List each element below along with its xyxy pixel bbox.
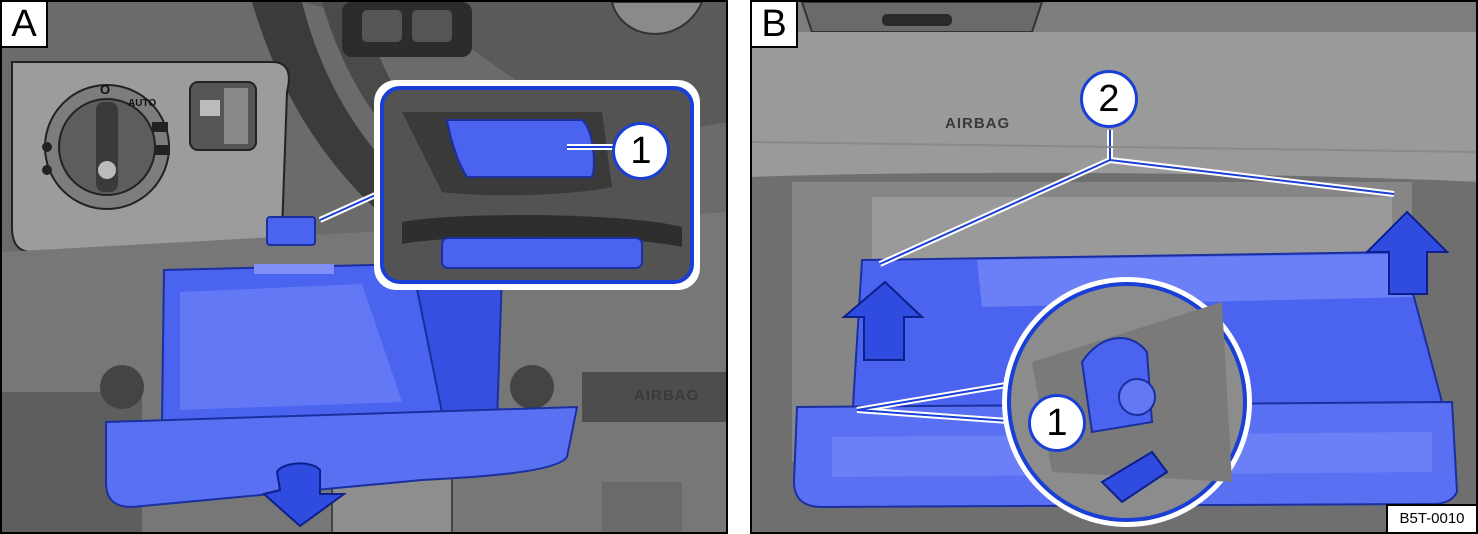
panel-b: B AIRBAG 2 1 B5T-0010 [750, 0, 1478, 534]
light-switch-auto-label: AUTO [128, 98, 157, 109]
light-switch-off-label: O [100, 82, 111, 97]
panel-a-callout-1: 1 [612, 122, 670, 180]
panel-a-letter: A [2, 2, 48, 48]
figure-code: B5T-0010 [1386, 504, 1476, 532]
panel-a-airbag-label: AIRBAG [634, 387, 700, 404]
panel-a: A O AUTO 1 AIRBAG [0, 0, 728, 534]
panel-b-callout-2: 2 [1080, 70, 1138, 128]
panel-a-illustration [2, 2, 726, 532]
panel-b-letter: B [752, 2, 798, 48]
panel-b-airbag-label: AIRBAG [945, 115, 1011, 132]
panel-b-callout-1: 1 [1028, 394, 1086, 452]
